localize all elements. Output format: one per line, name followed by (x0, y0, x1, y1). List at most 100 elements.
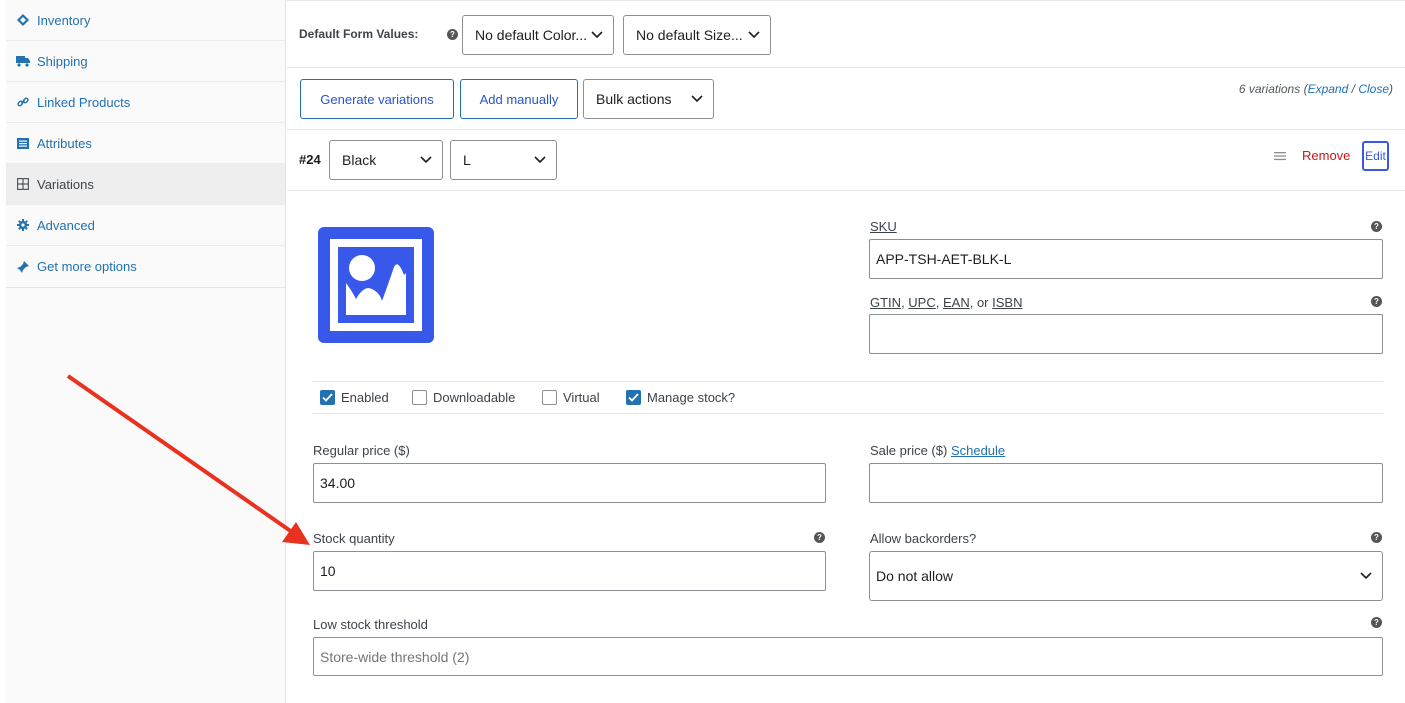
variation-actions-row: Generate variations Add manually Bulk ac… (287, 68, 1405, 130)
default-size-value: No default Size... (636, 27, 743, 43)
gtin-label: GTIN, UPC, EAN, or ISBN (870, 295, 1023, 310)
chevron-down-icon (748, 31, 760, 39)
variation-options-row: Enabled Downloadable Virtual Manage stoc… (312, 381, 1383, 414)
help-icon[interactable]: ? (814, 532, 825, 543)
variation-color-value: Black (342, 152, 377, 168)
plugin-icon (16, 260, 30, 274)
default-form-values-row: Default Form Values: ? No default Color.… (287, 0, 1405, 68)
ean-abbr: EAN (942, 295, 970, 310)
downloadable-label: Downloadable (433, 390, 516, 405)
sidebar-item-advanced[interactable]: Advanced (6, 205, 285, 246)
variation-size-value: L (463, 152, 471, 168)
allow-backorders-label: Allow backorders? (870, 531, 977, 546)
low-stock-threshold-placeholder: Store-wide threshold (2) (320, 648, 470, 665)
upc-abbr: UPC (908, 295, 936, 310)
chevron-down-icon (420, 156, 432, 164)
schedule-link[interactable]: Schedule (951, 443, 1005, 458)
image-placeholder-icon (318, 227, 434, 343)
sidebar-item-label: Get more options (37, 259, 137, 274)
separator: / (1351, 82, 1355, 96)
regular-price-label: Regular price ($) (313, 443, 410, 458)
manage-stock-label: Manage stock? (647, 390, 736, 405)
sku-label-text: SKU (870, 219, 897, 234)
virtual-label: Virtual (563, 390, 600, 405)
variation-id: #24 (299, 152, 321, 167)
variation-header: #24 Black L Remove Edit (287, 130, 1405, 191)
default-color-value: No default Color... (475, 27, 588, 43)
enabled-checkbox[interactable]: Enabled (320, 390, 389, 405)
low-stock-threshold-input[interactable]: Store-wide threshold (2) (313, 637, 1383, 676)
help-icon[interactable]: ? (1371, 296, 1382, 307)
add-manually-button[interactable]: Add manually (460, 79, 578, 119)
bulk-actions-value: Bulk actions (596, 91, 672, 107)
edit-variation-button[interactable]: Edit (1362, 141, 1389, 171)
checkbox-unchecked-icon (542, 390, 557, 405)
annotation-arrow (66, 374, 310, 545)
sidebar-item-label: Inventory (37, 12, 91, 28)
sidebar-item-label: Attributes (37, 135, 92, 151)
low-stock-threshold-label: Low stock threshold (313, 617, 428, 632)
virtual-checkbox[interactable]: Virtual (542, 390, 600, 405)
allow-backorders-select[interactable]: Do not allow (869, 551, 1383, 601)
link-icon (16, 95, 30, 109)
variation-color-select[interactable]: Black (329, 140, 443, 180)
bulk-actions-select[interactable]: Bulk actions (583, 79, 714, 119)
sale-price-label-text: Sale price ($) (870, 443, 948, 458)
chevron-down-icon (534, 156, 546, 164)
expand-link[interactable]: Expand (1308, 82, 1349, 96)
sidebar-item-get-more-options[interactable]: Get more options (6, 246, 285, 287)
gtin-input[interactable] (869, 314, 1383, 354)
sidebar-item-linked-products[interactable]: Linked Products (6, 82, 285, 123)
default-form-values-label: Default Form Values: (299, 27, 419, 41)
grid-icon (16, 177, 30, 191)
sidebar-item-label: Linked Products (37, 94, 131, 110)
default-color-select[interactable]: No default Color... (462, 15, 614, 55)
regular-price-input[interactable]: 34.00 (313, 463, 826, 503)
sidebar-item-label: Variations (37, 176, 94, 192)
list-icon (16, 136, 30, 150)
checkbox-checked-icon (626, 390, 641, 405)
help-icon[interactable]: ? (1371, 532, 1382, 543)
help-icon[interactable]: ? (1371, 617, 1382, 628)
stock-quantity-value: 10 (320, 563, 336, 579)
inventory-icon (16, 13, 30, 27)
sidebar-item-label: Advanced (37, 217, 95, 233)
help-icon[interactable]: ? (1371, 221, 1382, 232)
stock-quantity-input[interactable]: 10 (313, 551, 826, 591)
sidebar-item-shipping[interactable]: Shipping (6, 41, 285, 82)
variation-image-button[interactable] (318, 227, 434, 343)
sku-input[interactable]: APP-TSH-AET-BLK-L (869, 239, 1383, 279)
chevron-down-icon (691, 95, 703, 103)
variation-size-select[interactable]: L (450, 140, 557, 180)
remove-variation-link[interactable]: Remove (1302, 148, 1350, 163)
downloadable-checkbox[interactable]: Downloadable (412, 390, 515, 405)
variations-count: 6 variations (Expand / Close) (1238, 82, 1393, 96)
gtin-abbr: GTIN (870, 295, 902, 310)
sku-value: APP-TSH-AET-BLK-L (876, 251, 1012, 267)
allow-backorders-value: Do not allow (876, 568, 954, 584)
chevron-down-icon (591, 31, 603, 39)
default-size-select[interactable]: No default Size... (623, 15, 771, 55)
product-data-tabs: Inventory Shipping Linked Products Attri… (6, 0, 286, 703)
enabled-label: Enabled (341, 390, 389, 405)
sale-price-input[interactable] (869, 463, 1383, 503)
sidebar-item-inventory[interactable]: Inventory (6, 0, 285, 41)
generate-variations-button[interactable]: Generate variations (300, 79, 454, 119)
chevron-down-icon (1360, 572, 1372, 580)
sale-price-label: Sale price ($) Schedule (870, 443, 1005, 458)
close-link[interactable]: Close (1358, 82, 1389, 96)
gear-icon (16, 218, 30, 232)
gtin-or: , or (969, 295, 993, 310)
drag-handle-icon[interactable] (1274, 151, 1286, 161)
manage-stock-checkbox[interactable]: Manage stock? (626, 390, 735, 405)
truck-icon (16, 54, 30, 68)
checkbox-unchecked-icon (412, 390, 427, 405)
regular-price-value: 34.00 (320, 475, 356, 491)
stock-quantity-label: Stock quantity (313, 531, 395, 546)
sidebar-item-attributes[interactable]: Attributes (6, 123, 285, 164)
sidebar-item-variations[interactable]: Variations (6, 164, 285, 205)
variations-count-text: 6 variations (1238, 82, 1301, 96)
checkbox-checked-icon (320, 390, 335, 405)
sku-label: SKU (870, 219, 897, 234)
help-icon[interactable]: ? (447, 29, 458, 40)
